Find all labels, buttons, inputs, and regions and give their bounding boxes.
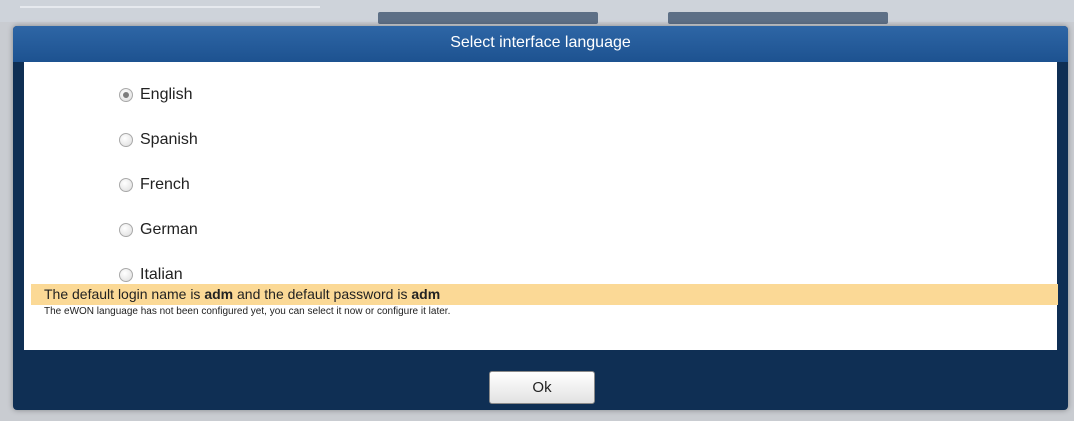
- language-label: Italian: [140, 266, 183, 283]
- notice-text: The default login name is: [44, 286, 205, 302]
- language-note: The eWON language has not been configure…: [44, 306, 451, 317]
- language-option-french[interactable]: French: [119, 174, 198, 196]
- background-page-header: [0, 0, 1074, 24]
- language-label: French: [140, 176, 190, 193]
- default-login: adm: [204, 286, 234, 302]
- background-tab: [668, 12, 888, 24]
- language-label: German: [140, 221, 198, 238]
- notice-text: and the default password is: [233, 286, 412, 302]
- radio-button[interactable]: [119, 268, 133, 282]
- language-option-german[interactable]: German: [119, 219, 198, 241]
- language-option-english[interactable]: English: [119, 84, 198, 106]
- language-dialog: Select interface language English Spanis…: [13, 26, 1068, 410]
- language-radio-group: English Spanish French German Italian: [119, 84, 198, 309]
- dialog-footer: Ok: [13, 350, 1068, 410]
- radio-button[interactable]: [119, 133, 133, 147]
- background-tab: [378, 12, 598, 24]
- default-password: adm: [411, 286, 441, 302]
- radio-button[interactable]: [119, 223, 133, 237]
- ok-button[interactable]: Ok: [489, 371, 595, 404]
- language-label: English: [140, 86, 193, 103]
- default-credentials-notice: The default login name is adm and the de…: [31, 284, 1058, 305]
- radio-button[interactable]: [119, 178, 133, 192]
- language-option-italian[interactable]: Italian: [119, 264, 198, 286]
- language-option-spanish[interactable]: Spanish: [119, 129, 198, 151]
- radio-button[interactable]: [119, 88, 133, 102]
- background-divider: [20, 6, 320, 8]
- dialog-title: Select interface language: [13, 26, 1068, 62]
- language-label: Spanish: [140, 131, 198, 148]
- dialog-content: English Spanish French German Italian Th…: [24, 62, 1057, 350]
